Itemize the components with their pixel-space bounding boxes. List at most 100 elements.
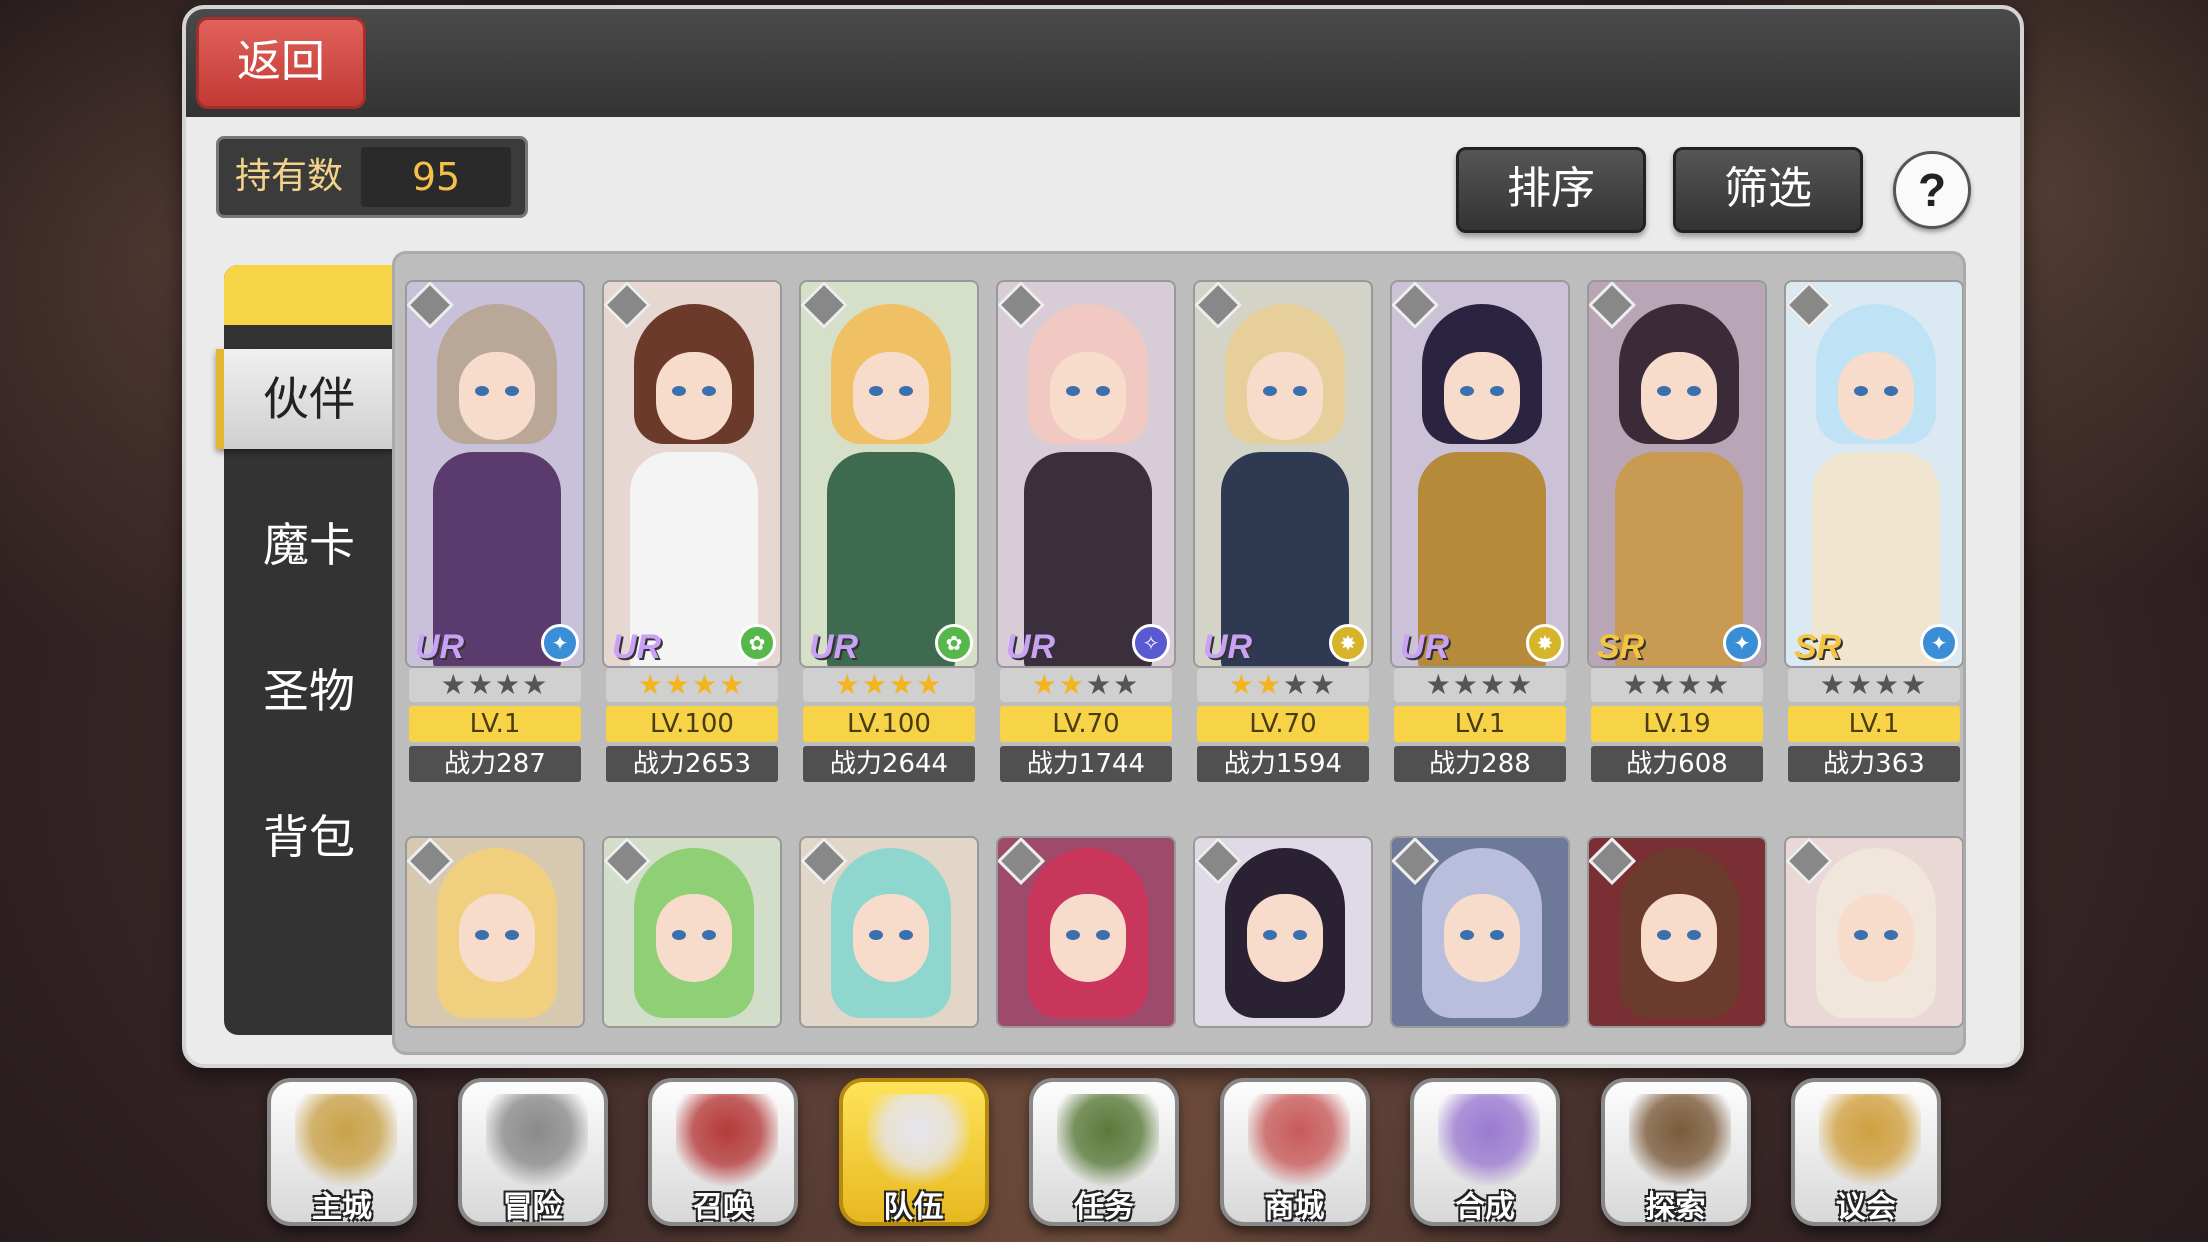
portrait-face bbox=[853, 352, 929, 440]
character-portrait bbox=[1390, 836, 1570, 1028]
nav-adventure[interactable]: 冒险 bbox=[457, 1078, 608, 1226]
character-card[interactable] bbox=[799, 836, 979, 1052]
star-icon: ★ bbox=[719, 668, 747, 701]
character-card[interactable]: UR ✿ ★★★★ LV.100 战力2653 bbox=[602, 280, 782, 782]
star-icon: ★ bbox=[861, 668, 889, 701]
character-card[interactable] bbox=[1587, 836, 1767, 1052]
nav-main-city[interactable]: 主城 bbox=[267, 1078, 417, 1226]
character-card[interactable]: UR ✸ ★★★★ LV.70 战力1594 bbox=[1193, 280, 1373, 782]
rarity-badge: UR bbox=[612, 628, 662, 666]
character-grid: UR ✦ ★★★★ LV.1 战力287 UR ✿ ★★★★ LV.100 战力… bbox=[392, 251, 1966, 1055]
nav-summon[interactable]: 召唤 bbox=[648, 1078, 798, 1226]
portrait-eye bbox=[899, 930, 913, 940]
star-icon: ★ bbox=[440, 668, 468, 701]
star-icon: ★ bbox=[1425, 668, 1453, 701]
character-portrait: UR ✸ bbox=[1390, 280, 1570, 668]
star-icon: ★ bbox=[1507, 668, 1535, 701]
character-card[interactable]: SR ✦ ★★★★ LV.1 战力363 bbox=[1784, 280, 1963, 782]
portrait-eye bbox=[1884, 386, 1898, 396]
sort-button[interactable]: 排序 bbox=[1456, 147, 1646, 233]
tab-relic[interactable]: 圣物 bbox=[224, 641, 394, 741]
power-label: 战力363 bbox=[1788, 746, 1960, 782]
nav-shop[interactable]: 商城 bbox=[1219, 1078, 1370, 1226]
tab-backpack[interactable]: 背包 bbox=[224, 787, 394, 887]
portrait-face bbox=[1444, 894, 1520, 982]
nav-label: 任务 bbox=[1074, 1190, 1134, 1225]
character-card[interactable] bbox=[1193, 836, 1373, 1052]
portrait-eye bbox=[869, 386, 883, 396]
crown-icon bbox=[295, 1094, 397, 1186]
team-emblem-icon bbox=[866, 1094, 969, 1186]
nav-team[interactable]: 队伍 bbox=[838, 1078, 989, 1226]
shop-tree-icon bbox=[1247, 1094, 1350, 1186]
character-portrait: UR ✧ bbox=[996, 280, 1176, 668]
portrait-eye bbox=[1096, 930, 1110, 940]
portrait-eye bbox=[1293, 386, 1307, 396]
star-icon: ★ bbox=[495, 668, 523, 701]
help-button[interactable]: ? bbox=[1893, 151, 1971, 229]
wind-element-icon: ✦ bbox=[1723, 624, 1761, 662]
level-label: LV.1 bbox=[1788, 706, 1960, 742]
character-card[interactable]: SR ✦ ★★★★ LV.19 战力608 bbox=[1587, 280, 1767, 782]
nav-council[interactable]: 议会 bbox=[1791, 1078, 1941, 1226]
portrait-eye bbox=[1490, 930, 1504, 940]
character-card[interactable] bbox=[1390, 836, 1570, 1052]
owned-count-value: 95 bbox=[361, 147, 511, 207]
council-icon bbox=[1819, 1094, 1921, 1186]
portrait-eye bbox=[702, 930, 716, 940]
star-rating: ★★★★ bbox=[606, 668, 778, 702]
star-rating: ★★★★ bbox=[1394, 668, 1566, 702]
filter-button[interactable]: 筛选 bbox=[1673, 147, 1863, 233]
star-icon: ★ bbox=[1819, 668, 1847, 701]
tab-magic-card[interactable]: 魔卡 bbox=[224, 495, 394, 595]
star-icon: ★ bbox=[522, 668, 550, 701]
character-card[interactable] bbox=[996, 836, 1176, 1052]
level-label: LV.70 bbox=[1000, 706, 1172, 742]
character-card[interactable]: UR ✦ ★★★★ LV.1 战力287 bbox=[405, 280, 585, 782]
character-portrait: SR ✦ bbox=[1784, 280, 1963, 668]
rarity-badge: UR bbox=[1400, 628, 1450, 666]
summon-card-icon bbox=[676, 1094, 778, 1186]
portrait-face bbox=[853, 894, 929, 982]
star-icon: ★ bbox=[1113, 668, 1141, 701]
star-icon: ★ bbox=[1704, 668, 1732, 701]
level-label: LV.100 bbox=[606, 706, 778, 742]
portrait-face bbox=[459, 894, 535, 982]
roster-panel: 返回 持有数 95 排序 筛选 ? 伙伴 魔卡 圣物 背包 UR ✦ ★★★★ … bbox=[182, 5, 2024, 1068]
star-icon: ★ bbox=[916, 668, 944, 701]
character-portrait: UR ✿ bbox=[799, 280, 979, 668]
rarity-badge: SR bbox=[1597, 628, 1645, 666]
character-card[interactable] bbox=[602, 836, 782, 1052]
character-card[interactable]: UR ✧ ★★★★ LV.70 战力1744 bbox=[996, 280, 1176, 782]
star-icon: ★ bbox=[1622, 668, 1650, 701]
star-icon: ★ bbox=[664, 668, 692, 701]
star-rating: ★★★★ bbox=[409, 668, 581, 702]
portrait-eye bbox=[899, 386, 913, 396]
earth-element-icon: ✿ bbox=[935, 624, 973, 662]
nav-explore[interactable]: 探索 bbox=[1600, 1078, 1751, 1226]
portrait-eye bbox=[1263, 930, 1277, 940]
portrait-eye bbox=[1096, 386, 1110, 396]
character-portrait bbox=[1784, 836, 1963, 1028]
back-button[interactable]: 返回 bbox=[196, 17, 366, 109]
power-label: 战力2644 bbox=[803, 746, 975, 782]
character-portrait: UR ✿ bbox=[602, 280, 782, 668]
character-card[interactable] bbox=[405, 836, 585, 1052]
power-label: 战力1594 bbox=[1197, 746, 1369, 782]
nav-quest[interactable]: 任务 bbox=[1029, 1078, 1179, 1226]
nav-craft[interactable]: 合成 bbox=[1410, 1078, 1560, 1226]
portrait-eye bbox=[672, 386, 686, 396]
portrait-face bbox=[1050, 352, 1126, 440]
star-icon: ★ bbox=[1846, 668, 1874, 701]
character-card[interactable]: UR ✿ ★★★★ LV.100 战力2644 bbox=[799, 280, 979, 782]
portrait-eye bbox=[1687, 930, 1701, 940]
owned-count-label: 持有数 bbox=[235, 156, 344, 197]
tab-partner[interactable]: 伙伴 bbox=[216, 349, 394, 449]
portrait-eye bbox=[1657, 386, 1671, 396]
star-icon: ★ bbox=[1031, 668, 1059, 701]
nav-label: 合成 bbox=[1455, 1190, 1515, 1225]
character-card[interactable] bbox=[1784, 836, 1963, 1052]
star-icon: ★ bbox=[1310, 668, 1338, 701]
portrait-eye bbox=[702, 386, 716, 396]
character-card[interactable]: UR ✸ ★★★★ LV.1 战力288 bbox=[1390, 280, 1570, 782]
